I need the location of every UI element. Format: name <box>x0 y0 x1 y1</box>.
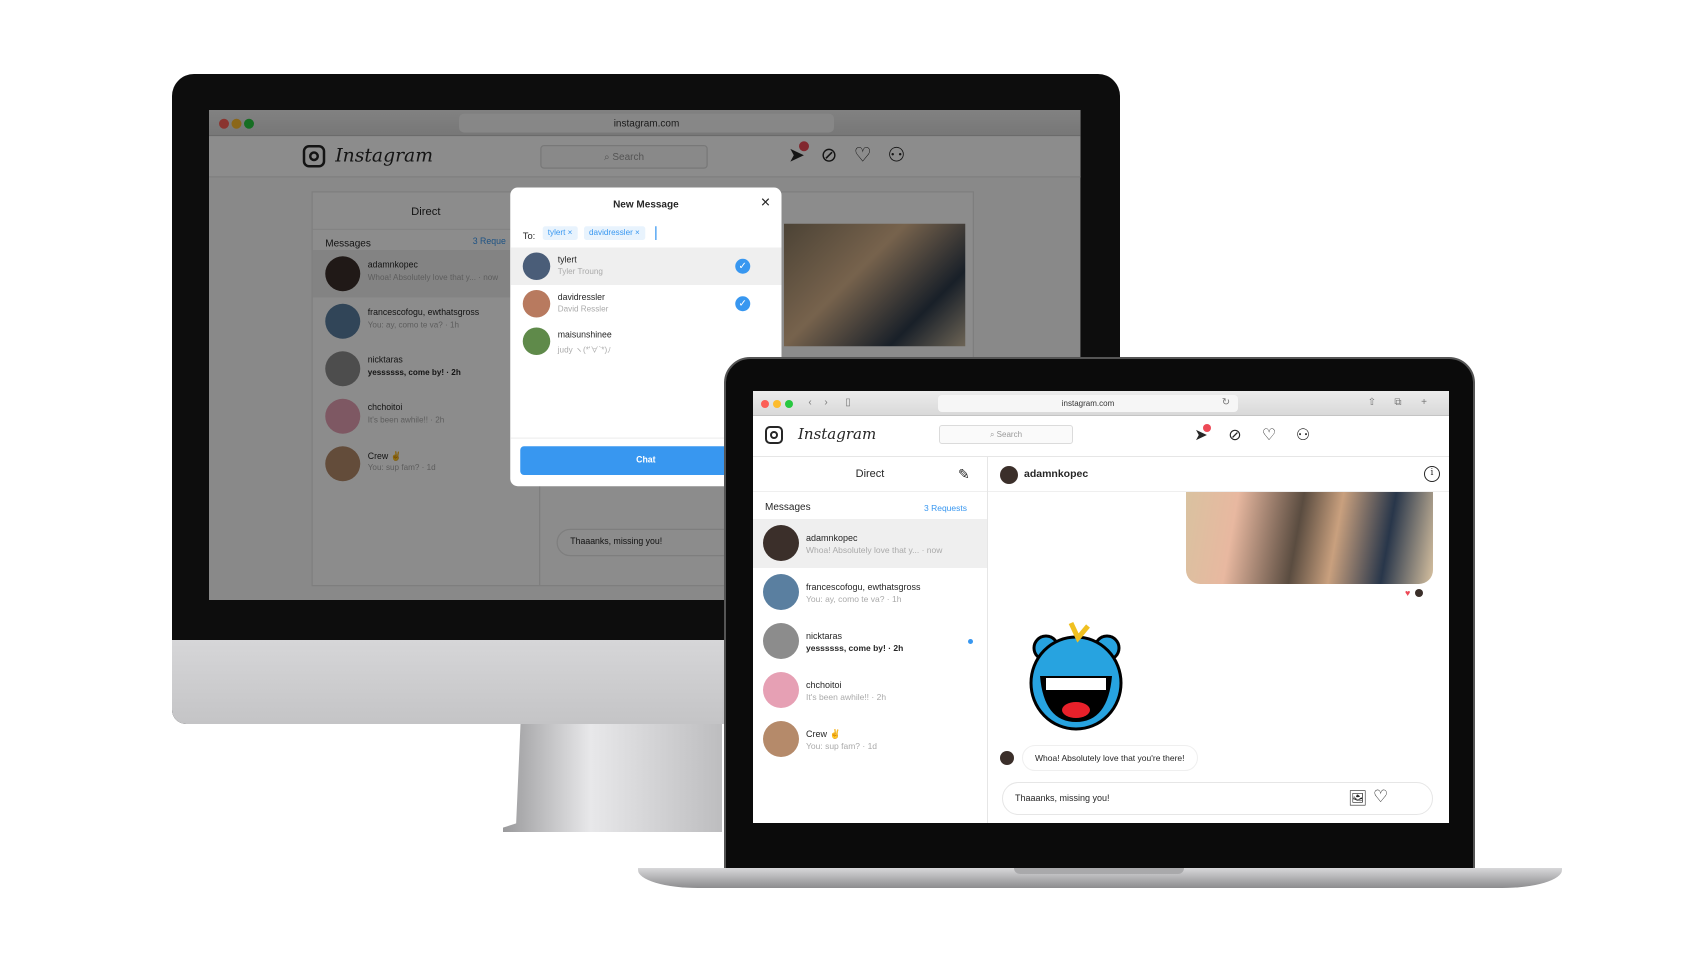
notification-badge <box>1203 424 1211 432</box>
text-cursor <box>655 226 657 240</box>
sticker-teeth <box>1046 678 1106 690</box>
maximize-window-button[interactable] <box>785 400 793 408</box>
suggestion-row[interactable]: tylert Tyler Troung ✓ <box>510 247 782 285</box>
thread-preview: You: sup fam? · 1d <box>806 741 878 751</box>
thread-row[interactable]: Crew ✌ You: sup fam? · 1d <box>753 715 987 764</box>
heart-reaction-icon: ♥ <box>1405 588 1411 598</box>
avatar <box>763 623 799 659</box>
reactor-avatar <box>1415 589 1423 597</box>
search-input[interactable]: ⌕ Search <box>939 425 1073 444</box>
avatar[interactable] <box>1000 466 1018 484</box>
avatar <box>1000 751 1014 765</box>
laughing-sticker[interactable] <box>1026 618 1127 733</box>
check-icon[interactable]: ✓ <box>735 296 751 312</box>
compose-icon[interactable]: ✎ <box>958 466 970 483</box>
minimize-window-button[interactable] <box>773 400 781 408</box>
suggestion-fullname: David Ressler <box>557 305 609 314</box>
composer-text: Thaaanks, missing you! <box>1015 793 1110 803</box>
avatar <box>522 290 551 318</box>
reload-icon[interactable]: ↻ <box>1219 396 1233 410</box>
chat-header: adamnkopec i <box>988 457 1449 492</box>
instagram-camera-icon[interactable] <box>765 426 783 444</box>
instagram-header: Instagram ⌕ Search ➤ ⊘ ♡ ⚇ <box>753 416 1449 457</box>
browser-toolbar: ‹ › ▯ instagram.com ↻ ⇧ ⧉ + <box>753 391 1449 416</box>
laptop-browser-window: ‹ › ▯ instagram.com ↻ ⇧ ⧉ + Instagram ⌕ … <box>753 391 1449 823</box>
avatar <box>522 252 551 280</box>
suggestion-username: maisunshinee <box>557 331 612 340</box>
thread-name: chchoitoi <box>806 680 842 690</box>
sidebar-icon[interactable]: ▯ <box>841 396 855 410</box>
forward-icon[interactable]: › <box>819 396 833 410</box>
search-icon: ⌕ <box>989 430 997 439</box>
tabs-icon[interactable]: ⧉ <box>1391 396 1405 410</box>
back-icon[interactable]: ‹ <box>803 396 817 410</box>
modal-title: New Message <box>613 198 679 210</box>
suggestion-fullname: Tyler Troung <box>557 267 603 277</box>
recipient-chip[interactable]: davidressler × <box>584 226 645 240</box>
close-window-button[interactable] <box>761 400 769 408</box>
shared-photo[interactable] <box>1186 492 1433 584</box>
thread-row[interactable]: francescofogu, ewthatsgross You: ay, como… <box>753 568 987 617</box>
thread-name: adamnkopec <box>806 533 858 543</box>
thread-preview: Whoa! Absolutely love that y... · now <box>806 545 943 555</box>
direct-title: Direct <box>753 457 987 492</box>
avatar <box>763 721 799 757</box>
search-placeholder: Search <box>996 430 1023 439</box>
heart-icon[interactable]: ♡ <box>1259 426 1279 446</box>
suggestion-row[interactable]: davidressler David Ressler ✓ <box>510 285 781 323</box>
incoming-message-bubble: Whoa! Absolutely love that you're there! <box>1022 745 1198 771</box>
composer-input[interactable]: Thaaanks, missing you! 🖼 ♡ <box>1002 782 1433 815</box>
suggestion-username: tylert <box>557 256 577 265</box>
laptop-notch <box>1014 868 1184 874</box>
check-icon[interactable]: ✓ <box>735 258 751 274</box>
thread-preview: yessssss, come by! · 2h <box>806 643 904 653</box>
thread-name: nicktaras <box>806 631 843 641</box>
unread-dot <box>968 639 973 644</box>
instagram-wordmark[interactable]: Instagram <box>798 425 876 443</box>
to-label: To: <box>522 230 536 242</box>
new-tab-icon[interactable]: + <box>1417 396 1431 410</box>
suggestion-fullname: judy ヽ(*'∀`*)ﾉ <box>557 346 612 355</box>
avatar <box>763 574 799 610</box>
recipient-chip[interactable]: tylert × <box>542 226 578 240</box>
thread-preview: It's been awhile!! · 2h <box>806 692 887 702</box>
thread-row[interactable]: chchoitoi It's been awhile!! · 2h <box>753 666 987 715</box>
thread-name: Crew ✌ <box>806 729 841 739</box>
thread-row[interactable]: nicktaras yessssss, come by! · 2h <box>753 617 987 666</box>
thread-preview: You: ay, como te va? · 1h <box>806 594 902 604</box>
avatar <box>763 525 799 561</box>
info-icon[interactable]: i <box>1424 466 1440 482</box>
heart-icon[interactable]: ♡ <box>1373 787 1388 807</box>
direct-icon[interactable]: ➤ <box>1191 424 1211 446</box>
share-icon[interactable]: ⇧ <box>1365 396 1379 410</box>
thread-name: francescofogu, ewthatsgross <box>806 582 921 592</box>
chat-username[interactable]: adamnkopec <box>1024 468 1088 480</box>
close-icon[interactable]: ✕ <box>760 196 770 210</box>
messages-label: Messages <box>765 502 811 513</box>
suggestion-username: davidressler <box>557 293 605 303</box>
requests-link[interactable]: 3 Requests <box>924 503 967 513</box>
suggestion-row[interactable]: maisunshinee judy ヽ(*'∀`*)ﾉ <box>510 323 781 361</box>
sticker-tongue <box>1062 702 1090 718</box>
thread-row[interactable]: adamnkopec Whoa! Absolutely love that y..… <box>753 519 987 568</box>
avatar <box>522 327 551 355</box>
profile-icon[interactable]: ⚇ <box>1293 426 1313 446</box>
chat-pane: adamnkopec i ♥ Whoa! Absolutely love tha… <box>988 457 1449 823</box>
monitor-stand <box>503 724 722 832</box>
address-bar[interactable]: instagram.com <box>938 395 1238 412</box>
image-icon[interactable]: 🖼 <box>1348 789 1367 807</box>
thread-list: Direct ✎ Messages 3 Requests adamnkopec W… <box>753 457 988 823</box>
avatar <box>763 672 799 708</box>
compass-icon[interactable]: ⊘ <box>1225 426 1245 446</box>
